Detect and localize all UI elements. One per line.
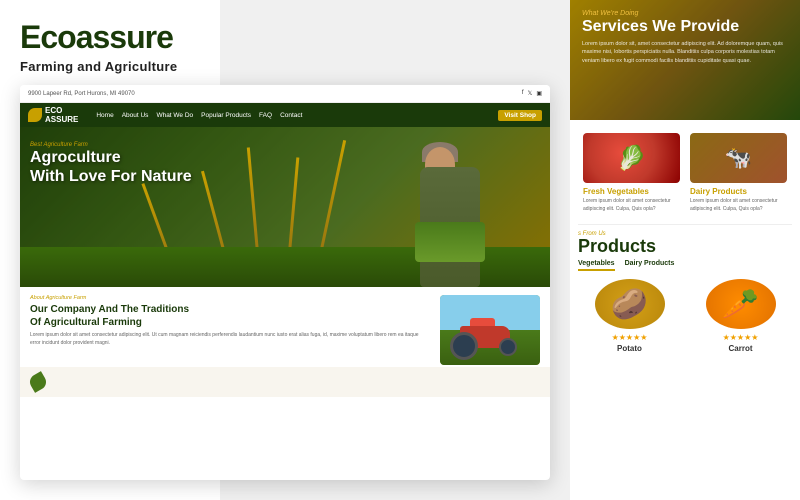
dairy-card-text: Lorem ipsum dolor sit amet consectetur a… — [690, 198, 787, 213]
farmer-figure — [410, 147, 490, 287]
dairy-card-title: Dairy Products — [690, 187, 787, 196]
facebook-icon: f — [522, 90, 524, 97]
visit-shop-button[interactable]: Visit Shop — [498, 110, 542, 121]
product-items-row: 🥔 ★★★★★ Potato 🥕 ★★★★★ Carrot — [578, 279, 792, 361]
leaf-icon — [27, 371, 49, 393]
nav-what[interactable]: What We Do — [156, 112, 193, 119]
nav-home[interactable]: Home — [96, 112, 113, 119]
site-navbar: ECOASSURE Home About Us What We Do Popul… — [20, 103, 550, 127]
instagram-icon: ▣ — [536, 90, 542, 97]
logo-leaf-icon — [28, 108, 42, 122]
dairy-image — [690, 133, 787, 183]
site-leaf-section — [20, 367, 550, 397]
nav-links: Home About Us What We Do Popular Product… — [96, 112, 488, 119]
site-hero: Best Agriculture Farm Agroculture With L… — [20, 127, 550, 287]
tractor — [445, 315, 525, 360]
about-title: Our Company And The Traditions Of Agricu… — [30, 303, 430, 329]
about-text: Lorem ipsum dolor sit amet consectetur a… — [30, 332, 430, 347]
right-panel: What We're Doing Services We Provide Lor… — [570, 0, 800, 500]
tab-vegetables[interactable]: Vegetables — [578, 260, 615, 271]
nav-about[interactable]: About Us — [122, 112, 149, 119]
basket-veggies — [415, 222, 485, 262]
logo-text: ECOASSURE — [45, 106, 78, 124]
vegetables-card-img — [583, 133, 680, 183]
carrot-item: 🥕 ★★★★★ Carrot — [689, 279, 792, 353]
vegetables-card-text: Lorem ipsum dolor sit amet consectetur a… — [583, 198, 680, 213]
services-small-label: What We're Doing — [582, 10, 788, 17]
about-small-label: About Agriculture Farm — [30, 295, 430, 301]
dairy-card-img — [690, 133, 787, 183]
carrot-name: Carrot — [689, 344, 792, 353]
potato-item: 🥔 ★★★★★ Potato — [578, 279, 681, 353]
services-section: What We're Doing Services We Provide Lor… — [570, 0, 800, 120]
panel-divider — [578, 224, 792, 225]
twitter-icon: 𝕏 — [527, 90, 532, 97]
product-cards-row: Fresh Vegetables Lorem ipsum dolor sit a… — [570, 120, 800, 218]
brand-title: Ecoassure — [20, 20, 200, 55]
site-logo: ECOASSURE — [28, 106, 78, 124]
site-about: About Agriculture Farm Our Company And T… — [20, 287, 550, 367]
hero-title: Agroculture With Love For Nature — [30, 148, 192, 186]
products-from-title: Products — [578, 237, 792, 255]
potato-image: 🥔 — [595, 279, 665, 329]
site-topbar: 9900 Lapeer Rd, Port Hurons, MI 49070 f … — [20, 85, 550, 103]
vegetables-card-title: Fresh Vegetables — [583, 187, 680, 196]
brand-subtitle: Farming and Agriculture — [20, 59, 200, 74]
potato-stars: ★★★★★ — [578, 333, 681, 342]
tab-dairy[interactable]: Dairy Products — [625, 260, 675, 271]
services-title: Services We Provide — [582, 17, 788, 36]
site-mockup: 9900 Lapeer Rd, Port Hurons, MI 49070 f … — [20, 85, 550, 480]
carrot-stars: ★★★★★ — [689, 333, 792, 342]
about-image — [440, 295, 540, 365]
potato-name: Potato — [578, 344, 681, 353]
social-icons: f 𝕏 ▣ — [522, 90, 542, 97]
topbar-address: 9900 Lapeer Rd, Port Hurons, MI 49070 — [28, 91, 522, 97]
nav-faq[interactable]: FAQ — [259, 112, 272, 119]
vegetables-image — [583, 133, 680, 183]
products-from-section: s From Us Products Vegetables Dairy Prod… — [570, 231, 800, 361]
products-tabs: Vegetables Dairy Products — [578, 260, 792, 271]
hero-text: Best Agriculture Farm Agroculture With L… — [30, 142, 192, 186]
dairy-card: Dairy Products Lorem ipsum dolor sit ame… — [685, 128, 792, 218]
services-text: Lorem ipsum dolor sit, amet consectetur … — [582, 40, 788, 65]
carrot-image: 🥕 — [706, 279, 776, 329]
tractor-wheel-small — [499, 338, 517, 356]
about-left: About Agriculture Farm Our Company And T… — [30, 295, 430, 359]
nav-contact[interactable]: Contact — [280, 112, 302, 119]
vegetables-card: Fresh Vegetables Lorem ipsum dolor sit a… — [578, 128, 685, 218]
nav-products[interactable]: Popular Products — [201, 112, 251, 119]
tractor-wheel-big — [450, 332, 478, 360]
